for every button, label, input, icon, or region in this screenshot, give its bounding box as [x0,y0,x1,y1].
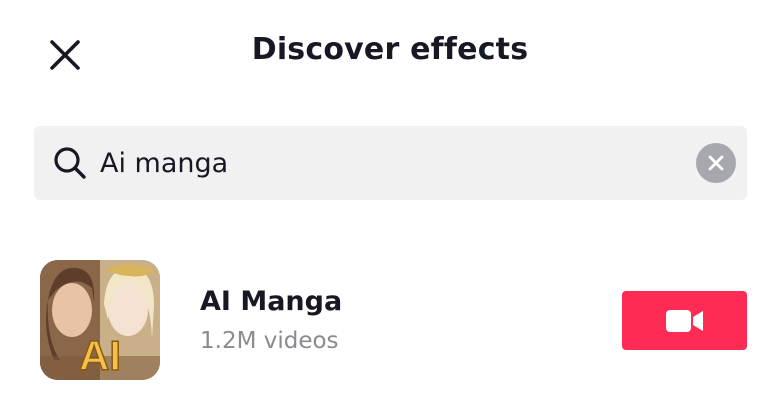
effect-result-item[interactable]: AI AI Manga 1.2M videos [40,260,747,380]
effect-thumbnail-image: AI [40,260,160,380]
header: Discover effects [0,0,780,110]
discover-effects-screen: Discover effects AI [0,0,780,401]
search-input[interactable] [100,140,660,186]
page-title: Discover effects [251,32,529,67]
clear-search-button[interactable] [696,143,736,183]
search-icon [54,147,86,179]
effect-video-count: 1.2M videos [200,328,339,354]
video-camera-icon [665,309,703,332]
search-bar[interactable] [34,126,747,200]
effect-name: AI Manga [200,286,343,317]
record-with-effect-button[interactable] [622,291,747,350]
thumbnail-logo-text: AI [79,332,121,379]
clear-icon [708,155,724,171]
effect-thumbnail[interactable]: AI [40,260,160,380]
